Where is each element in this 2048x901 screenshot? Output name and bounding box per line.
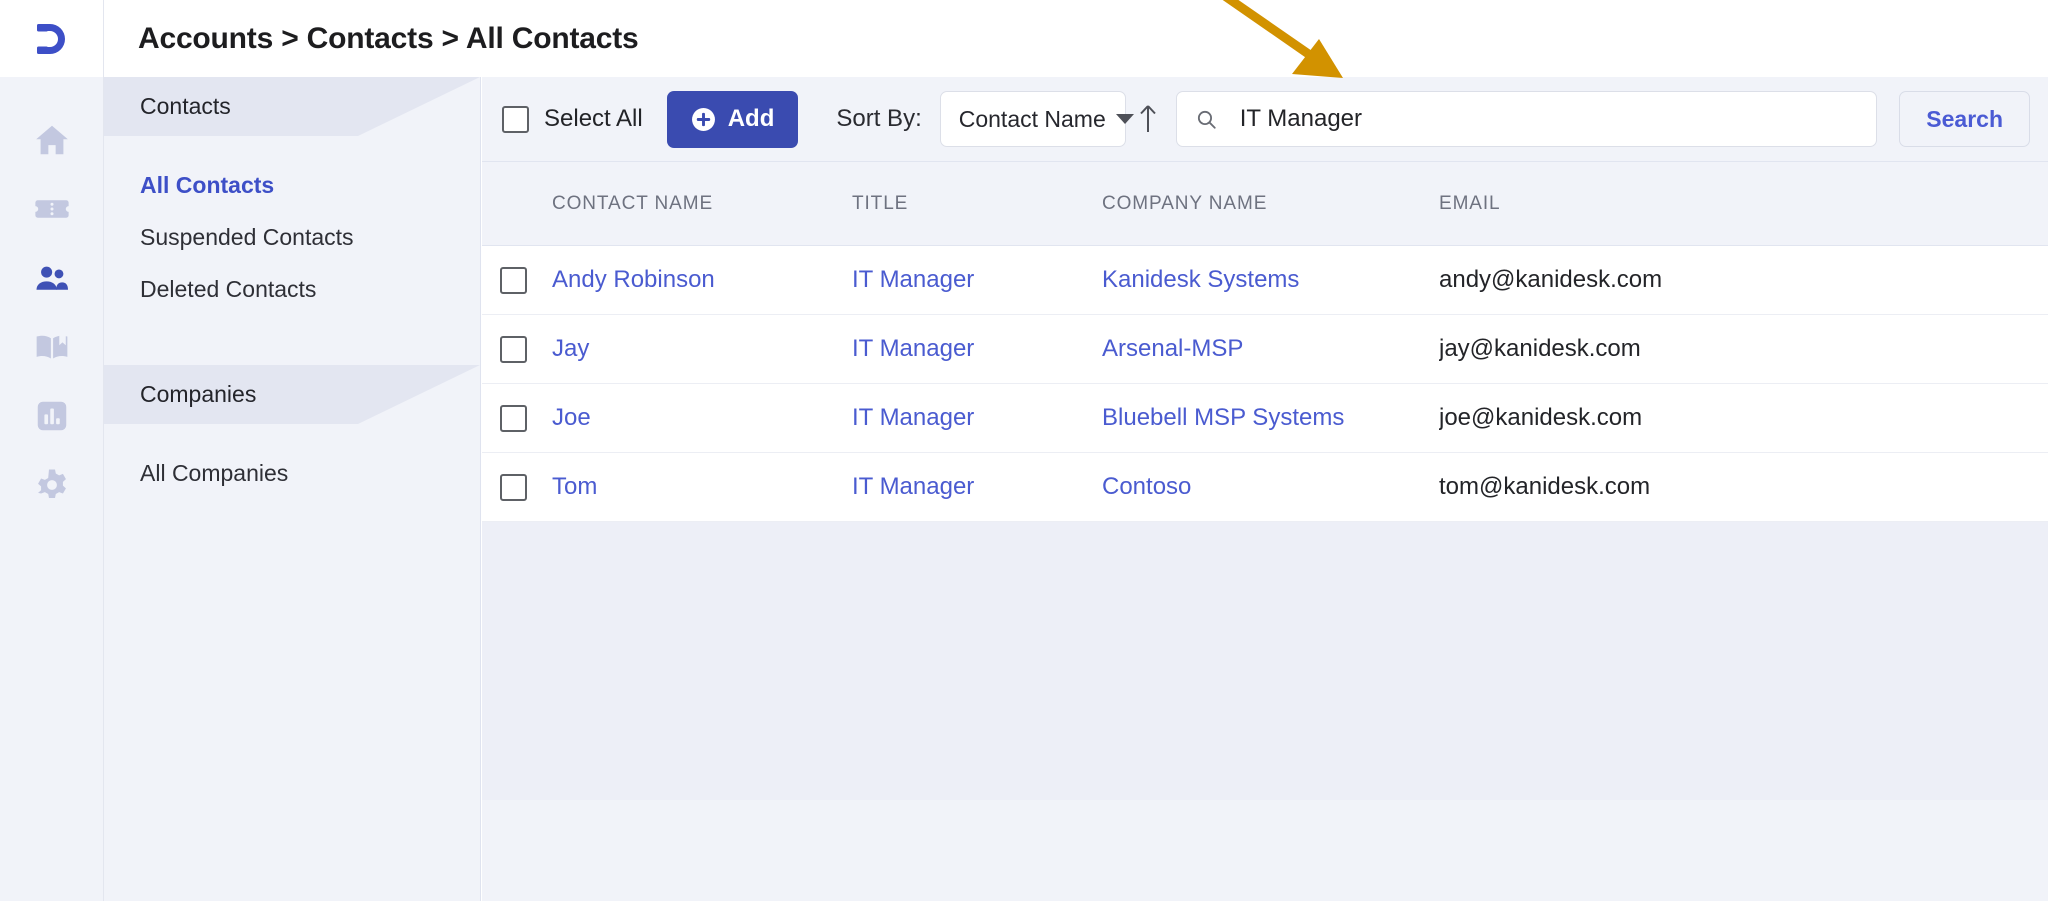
row-checkbox[interactable]: [500, 404, 527, 432]
add-button-label: Add: [727, 105, 775, 132]
row-checkbox[interactable]: [500, 266, 527, 294]
cell-title[interactable]: IT Manager: [852, 335, 1102, 363]
breadcrumb: Accounts > Contacts > All Contacts: [138, 21, 639, 55]
list-toolbar: Select All Add Sort By: Contact Name IT …: [482, 77, 2048, 162]
kanidesk-logo-icon: [36, 23, 65, 54]
rail-item-settings[interactable]: [0, 450, 103, 519]
cell-company-name[interactable]: Arsenal-MSP: [1102, 335, 1439, 363]
arrow-up-icon: [1140, 105, 1156, 132]
table-header-row: CONTACT NAME TITLE COMPANY NAME EMAIL: [482, 162, 2048, 246]
rail-item-accounts[interactable]: [0, 243, 103, 312]
cell-contact-name[interactable]: Jay: [552, 335, 852, 363]
sort-by-value: Contact Name: [958, 105, 1106, 132]
row-checkbox[interactable]: [500, 473, 527, 501]
cell-email: andy@kanidesk.com: [1439, 266, 1663, 293]
sort-by-label: Sort By:: [836, 105, 922, 132]
sidebar-item-label: Suspended Contacts: [140, 223, 354, 250]
cell-email: jay@kanidesk.com: [1439, 335, 1641, 362]
cell-contact-name[interactable]: Tom: [552, 473, 852, 501]
row-checkbox-cell: [482, 335, 552, 363]
app-logo[interactable]: [0, 0, 103, 77]
select-all-control[interactable]: Select All: [502, 105, 643, 133]
cell-title[interactable]: IT Manager: [852, 404, 1102, 432]
table-row[interactable]: Jay IT Manager Arsenal-MSP jay@kanidesk.…: [482, 315, 2048, 384]
cell-email: tom@kanidesk.com: [1439, 473, 1651, 500]
column-header-email[interactable]: EMAIL: [1439, 193, 2048, 215]
nav-section-companies-label: Companies: [140, 381, 257, 407]
column-header-company-name[interactable]: COMPANY NAME: [1102, 193, 1439, 215]
nav-section-contacts-label: Contacts: [140, 93, 231, 119]
cell-company-name[interactable]: Contoso: [1102, 473, 1439, 501]
table-row[interactable]: Tom IT Manager Contoso tom@kanidesk.com: [482, 453, 2048, 522]
cell-company-name[interactable]: Bluebell MSP Systems: [1102, 404, 1439, 432]
table-row[interactable]: Joe IT Manager Bluebell MSP Systems joe@…: [482, 384, 2048, 453]
sidebar-item-deleted-contacts[interactable]: Deleted Contacts: [104, 263, 480, 315]
icon-rail: [0, 77, 103, 901]
sort-direction-toggle[interactable]: [1126, 91, 1170, 147]
rail-item-knowledge[interactable]: [0, 312, 103, 381]
left-nav-panel: Contacts All Contacts Suspended Contacts…: [103, 77, 481, 901]
cell-title[interactable]: IT Manager: [852, 266, 1102, 294]
column-header-contact-name[interactable]: CONTACT NAME: [552, 193, 852, 215]
sidebar-item-suspended-contacts[interactable]: Suspended Contacts: [104, 211, 480, 263]
rail-item-home[interactable]: [0, 105, 103, 174]
nav-section-companies-header: Companies: [104, 365, 480, 424]
top-bar: Accounts > Contacts > All Contacts: [0, 0, 2048, 77]
cell-contact-name[interactable]: Joe: [552, 404, 852, 432]
plus-circle-icon: [691, 107, 715, 131]
ticket-icon: [34, 199, 69, 218]
book-icon: [36, 333, 67, 359]
cell-title[interactable]: IT Manager: [852, 473, 1102, 501]
add-button[interactable]: Add: [666, 90, 799, 148]
sort-by-select[interactable]: Contact Name: [939, 91, 1134, 147]
sidebar-item-all-contacts[interactable]: All Contacts: [104, 159, 480, 211]
gear-icon: [37, 468, 66, 498]
home-icon: [35, 125, 68, 154]
select-all-checkbox[interactable]: [502, 105, 529, 133]
nav-section-contacts-header: Contacts: [104, 77, 480, 136]
sidebar-item-label: All Companies: [140, 459, 289, 486]
rail-item-tickets[interactable]: [0, 174, 103, 243]
people-icon: [35, 266, 68, 290]
chart-icon: [37, 401, 66, 430]
cell-contact-name[interactable]: Andy Robinson: [552, 266, 852, 294]
row-checkbox[interactable]: [500, 335, 527, 363]
search-input[interactable]: IT Manager: [1175, 91, 1878, 147]
search-icon: [1197, 110, 1216, 129]
search-input-value: IT Manager: [1239, 105, 1363, 132]
main-content: Select All Add Sort By: Contact Name IT …: [482, 77, 2048, 901]
sidebar-item-label: Deleted Contacts: [140, 275, 317, 302]
select-all-label: Select All: [544, 105, 643, 132]
rail-item-reports[interactable]: [0, 381, 103, 450]
search-button-label: Search: [1926, 105, 2003, 132]
search-button[interactable]: Search: [1899, 91, 2030, 147]
sidebar-item-label: All Contacts: [140, 171, 275, 198]
contacts-page: Accounts > Contacts > All Contacts Conta…: [0, 0, 2048, 901]
row-checkbox-cell: [482, 266, 552, 294]
cell-email: joe@kanidesk.com: [1439, 404, 1643, 431]
column-header-title[interactable]: TITLE: [852, 193, 1102, 215]
table-empty-area: [482, 522, 2048, 800]
table-row[interactable]: Andy Robinson IT Manager Kanidesk System…: [482, 246, 2048, 315]
cell-company-name[interactable]: Kanidesk Systems: [1102, 266, 1439, 294]
sidebar-item-all-companies[interactable]: All Companies: [104, 447, 480, 499]
row-checkbox-cell: [482, 404, 552, 432]
row-checkbox-cell: [482, 473, 552, 501]
